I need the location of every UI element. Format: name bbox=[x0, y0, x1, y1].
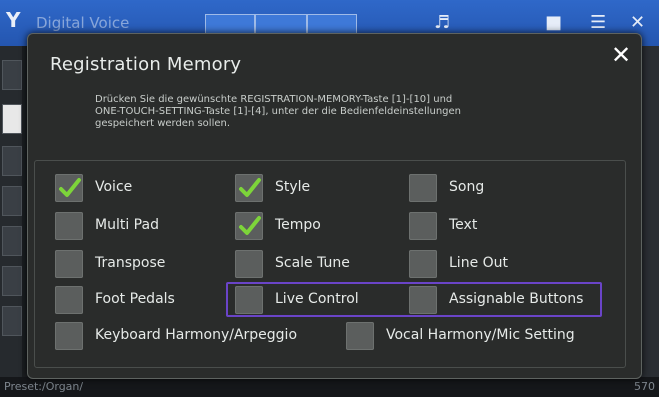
option-label: Vocal Harmony/Mic Setting bbox=[386, 327, 575, 343]
dialog-title: Registration Memory bbox=[50, 54, 242, 75]
checkbox[interactable] bbox=[55, 250, 83, 278]
checkbox[interactable] bbox=[409, 250, 437, 278]
checkmark-icon bbox=[239, 216, 261, 235]
checkbox[interactable] bbox=[346, 322, 374, 350]
checkbox[interactable] bbox=[55, 174, 83, 202]
checkbox[interactable] bbox=[409, 212, 437, 240]
dialog-description: Drücken Sie die gewünschte REGISTRATION-… bbox=[95, 94, 615, 130]
close-icon[interactable]: ✕ bbox=[630, 12, 645, 33]
option-label: Song bbox=[449, 179, 485, 195]
left-panel-cell[interactable] bbox=[2, 306, 22, 336]
menu-icon[interactable]: ☰ bbox=[590, 12, 606, 33]
checkbox[interactable] bbox=[55, 286, 83, 314]
option-label: Tempo bbox=[275, 217, 321, 233]
checkbox[interactable] bbox=[55, 212, 83, 240]
printer-icon[interactable]: ■ bbox=[545, 12, 562, 33]
checkbox[interactable] bbox=[409, 286, 437, 314]
option-label: Scale Tune bbox=[275, 255, 350, 271]
checkbox[interactable] bbox=[235, 250, 263, 278]
speaker-icon[interactable]: ♬ bbox=[434, 12, 450, 33]
close-icon[interactable]: ✕ bbox=[606, 40, 636, 70]
registration-memory-dialog: Registration Memory ✕ Drücken Sie die ge… bbox=[27, 33, 642, 379]
option-label: Multi Pad bbox=[95, 217, 159, 233]
description-line: gespeichert werden sollen. bbox=[95, 118, 231, 129]
left-panel-cell[interactable] bbox=[2, 186, 22, 216]
left-panel-cell[interactable] bbox=[2, 266, 22, 296]
description-line: Drücken Sie die gewünschte REGISTRATION-… bbox=[95, 94, 453, 105]
option-label: Keyboard Harmony/Arpeggio bbox=[95, 327, 298, 343]
option-label: Live Control bbox=[275, 291, 359, 307]
left-panel-cell[interactable] bbox=[2, 60, 22, 90]
checkbox[interactable] bbox=[409, 174, 437, 202]
option-label: Line Out bbox=[449, 255, 509, 271]
option-label: Foot Pedals bbox=[95, 291, 175, 307]
left-panel bbox=[0, 46, 22, 377]
option-label: Style bbox=[275, 179, 311, 195]
app-logo: Y bbox=[6, 8, 21, 32]
checkbox[interactable] bbox=[235, 174, 263, 202]
description-line: ONE-TOUCH-SETTING-Taste [1]-[4], unter d… bbox=[95, 106, 462, 117]
status-footer: Preset:/Organ/ 570 bbox=[0, 377, 659, 397]
right-panel bbox=[640, 46, 659, 377]
checkbox[interactable] bbox=[235, 286, 263, 314]
option-label: Assignable Buttons bbox=[449, 291, 584, 307]
footer-counter: 570 bbox=[634, 380, 655, 393]
app-title: Digital Voice bbox=[36, 14, 130, 32]
checkmark-icon bbox=[239, 178, 261, 197]
left-panel-cell[interactable] bbox=[2, 104, 22, 134]
checkbox[interactable] bbox=[55, 322, 83, 350]
checkbox[interactable] bbox=[235, 212, 263, 240]
option-label: Text bbox=[449, 217, 478, 233]
left-panel-cell[interactable] bbox=[2, 146, 22, 176]
option-label: Transpose bbox=[95, 255, 166, 271]
left-panel-cell[interactable] bbox=[2, 226, 22, 256]
option-label: Voice bbox=[95, 179, 133, 195]
checkmark-icon bbox=[59, 178, 81, 197]
footer-path: Preset:/Organ/ bbox=[4, 380, 84, 393]
screen: Y Digital Voice ♬ ■ ☰ ✕ Preset:/Organ/ 5… bbox=[0, 0, 659, 397]
